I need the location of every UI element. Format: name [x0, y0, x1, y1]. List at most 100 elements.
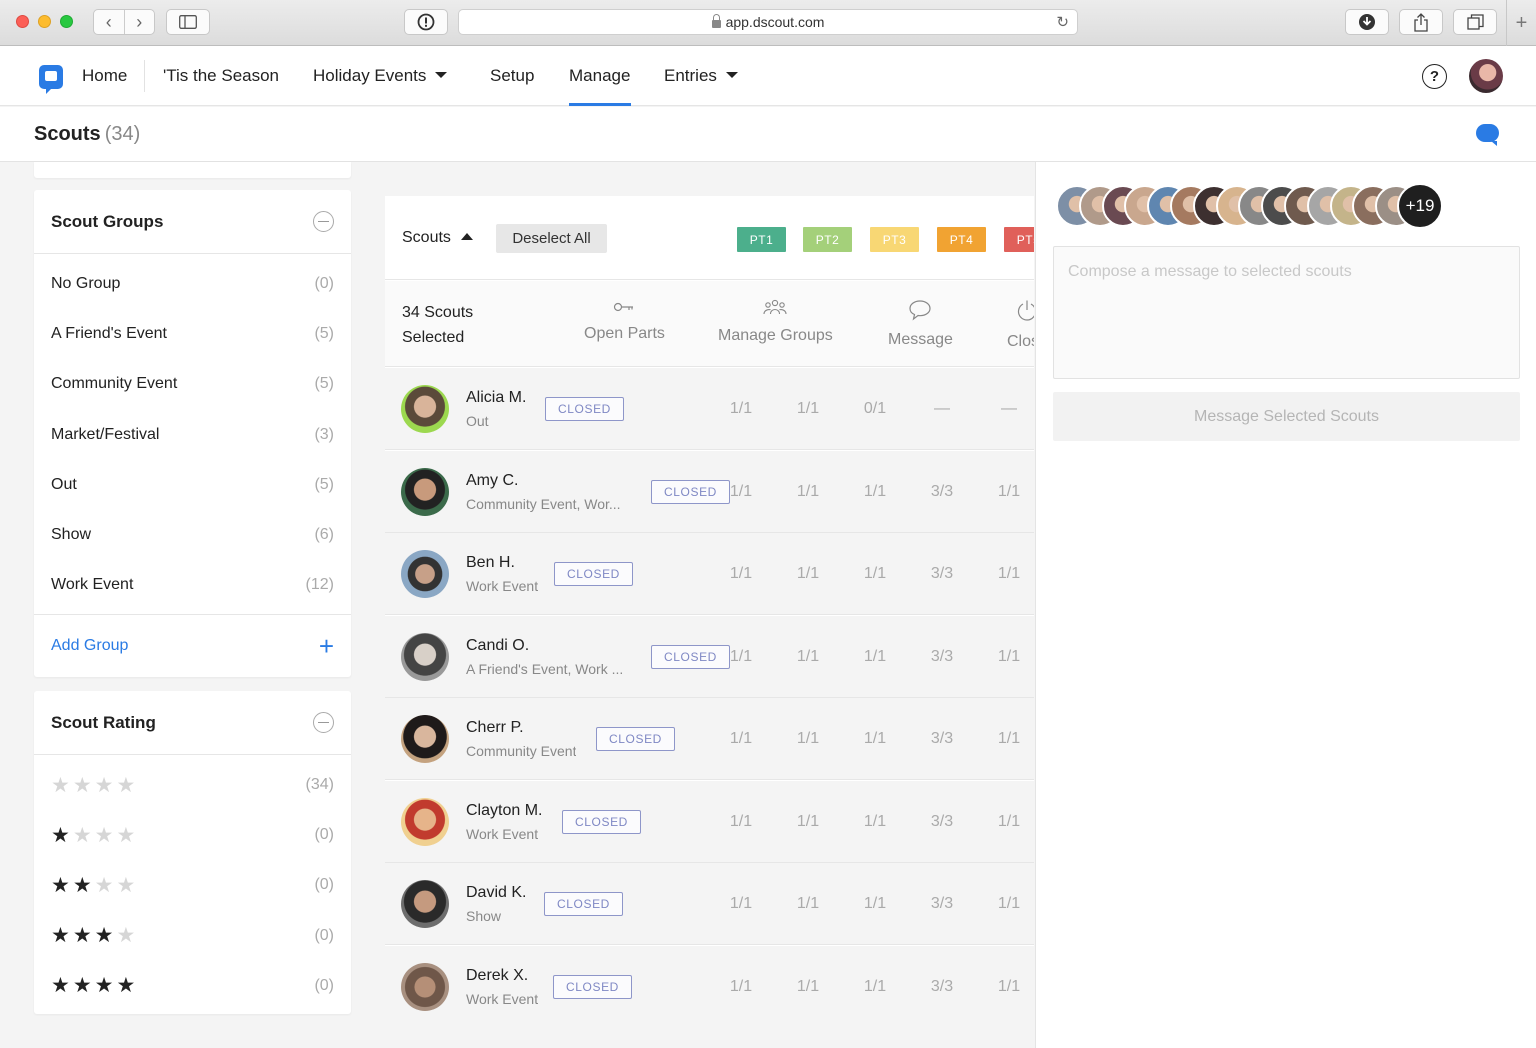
message-selected-scouts-button[interactable]: Message Selected Scouts	[1053, 392, 1520, 441]
part-progress-cell[interactable]: —	[989, 400, 1029, 418]
table-row[interactable]: Ben H. Work Event CLOSED 1/1 1/1 1/1 3/3 1/1	[385, 533, 1034, 615]
nav-holiday-events[interactable]: Holiday Events	[313, 66, 448, 86]
reload-icon[interactable]: ↻	[1056, 13, 1069, 31]
rating-filter-item[interactable]: ★★★★ (0)	[34, 860, 351, 910]
rating-filter-item[interactable]: ★★★★ (0)	[34, 911, 351, 961]
group-filter-item[interactable]: No Group (0)	[34, 259, 351, 309]
group-filter-item[interactable]: Market/Festival (3)	[34, 410, 351, 460]
part-progress-cell[interactable]: 1/1	[788, 483, 828, 501]
part-progress-cell[interactable]: 1/1	[855, 565, 895, 583]
more-scouts-badge[interactable]: +19	[1397, 183, 1443, 229]
minimize-window-button[interactable]	[38, 15, 51, 28]
scout-rating-header[interactable]: Scout Rating	[34, 691, 351, 755]
privacy-report-button[interactable]	[404, 9, 448, 35]
part-progress-cell[interactable]: 1/1	[788, 648, 828, 666]
scout-avatar[interactable]	[401, 467, 449, 516]
part-progress-cell[interactable]: 1/1	[721, 978, 761, 996]
scout-avatar[interactable]	[401, 385, 449, 433]
scout-avatar[interactable]	[401, 550, 449, 598]
part-progress-cell[interactable]: 1/1	[721, 648, 761, 666]
part-progress-cell[interactable]: 1/1	[855, 813, 895, 831]
close-window-button[interactable]	[16, 15, 29, 28]
table-row[interactable]: Candi O. A Friend's Event, Work ... CLOSED…	[385, 615, 1034, 698]
part-progress-cell[interactable]: 1/1	[989, 565, 1029, 583]
dscout-logo-icon[interactable]	[39, 65, 63, 94]
table-row[interactable]: Cherr P. Community Event CLOSED 1/1 1/1 1/1 3/…	[385, 698, 1034, 780]
scout-avatar[interactable]	[401, 880, 449, 928]
part-progress-cell[interactable]: 1/1	[788, 730, 828, 748]
part-progress-cell[interactable]: 1/1	[989, 483, 1029, 501]
new-tab-icon[interactable]: +	[1506, 0, 1536, 46]
group-filter-item[interactable]: Work Event (12)	[34, 560, 351, 610]
zoom-window-button[interactable]	[60, 15, 73, 28]
part-progress-cell[interactable]: 1/1	[721, 895, 761, 913]
nav-setup[interactable]: Setup	[490, 66, 534, 86]
scout-name[interactable]: Alicia M.	[466, 389, 526, 407]
part-progress-cell[interactable]: 1/1	[788, 565, 828, 583]
collapse-icon[interactable]	[313, 211, 334, 232]
deselect-all-button[interactable]: Deselect All	[496, 224, 607, 253]
collapse-icon[interactable]	[313, 712, 334, 733]
address-bar[interactable]: app.dscout.com ↻	[458, 9, 1078, 35]
chat-icon[interactable]	[1476, 124, 1499, 146]
part-progress-cell[interactable]: 1/1	[788, 813, 828, 831]
scout-avatar[interactable]	[401, 632, 449, 681]
nav-home[interactable]: Home	[82, 66, 127, 86]
part-tag-3[interactable]: PT3	[870, 227, 919, 252]
scout-avatar[interactable]	[401, 962, 449, 1011]
forward-icon[interactable]: ›	[123, 10, 155, 34]
table-row[interactable]: Amy C. Community Event, Wor... CLOSED 1/1 1/…	[385, 450, 1034, 533]
part-progress-cell[interactable]: 3/3	[922, 813, 962, 831]
scout-name[interactable]: Amy C.	[466, 472, 518, 490]
part-tag-2[interactable]: PT2	[803, 227, 852, 252]
nav-season[interactable]: 'Tis the Season	[163, 66, 279, 86]
group-filter-item[interactable]: Community Event (5)	[34, 359, 351, 409]
part-progress-cell[interactable]: —	[922, 400, 962, 418]
table-row[interactable]: Alicia M. Out CLOSED 1/1 1/1 0/1 — —	[385, 368, 1034, 450]
tab-overview-button[interactable]	[1453, 9, 1497, 35]
rating-filter-item[interactable]: ★★★★ (34)	[34, 760, 351, 810]
part-progress-cell[interactable]: 1/1	[989, 895, 1029, 913]
add-group-button[interactable]: Add Group +	[34, 614, 351, 677]
part-progress-cell[interactable]: 1/1	[721, 400, 761, 418]
scout-name[interactable]: Candi O.	[466, 637, 529, 655]
part-progress-cell[interactable]: 1/1	[721, 565, 761, 583]
scout-name[interactable]: Derek X.	[466, 967, 528, 985]
part-progress-cell[interactable]: 1/1	[989, 648, 1029, 666]
open-parts-action[interactable]: Open Parts	[584, 299, 665, 343]
close-action[interactable]: Close	[1007, 299, 1034, 351]
part-progress-cell[interactable]: 1/1	[788, 978, 828, 996]
part-progress-cell[interactable]: 1/1	[855, 483, 895, 501]
part-progress-cell[interactable]: 1/1	[989, 813, 1029, 831]
part-progress-cell[interactable]: 1/1	[855, 895, 895, 913]
table-row[interactable]: Clayton M. Work Event CLOSED 1/1 1/1 1/1 3/3 1/…	[385, 780, 1034, 863]
part-progress-cell[interactable]: 3/3	[922, 730, 962, 748]
part-progress-cell[interactable]: 1/1	[989, 978, 1029, 996]
back-icon[interactable]: ‹	[94, 10, 124, 34]
part-progress-cell[interactable]: 0/1	[855, 400, 895, 418]
share-button[interactable]	[1399, 9, 1443, 35]
part-tag-5[interactable]: PT5	[1004, 227, 1034, 252]
sidebar-toggle-button[interactable]	[166, 9, 210, 35]
message-action[interactable]: Message	[888, 299, 953, 349]
part-progress-cell[interactable]: 3/3	[922, 565, 962, 583]
part-progress-cell[interactable]: 1/1	[855, 730, 895, 748]
scout-name[interactable]: David K.	[466, 884, 526, 902]
part-tag-1[interactable]: PT1	[737, 227, 786, 252]
nav-entries[interactable]: Entries	[664, 66, 738, 86]
scout-name[interactable]: Clayton M.	[466, 802, 542, 820]
part-progress-cell[interactable]: 3/3	[922, 978, 962, 996]
nav-manage[interactable]: Manage	[569, 66, 630, 86]
scout-name[interactable]: Ben H.	[466, 554, 515, 572]
rating-filter-item[interactable]: ★★★★ (0)	[34, 961, 351, 1011]
scout-avatar[interactable]	[401, 797, 449, 846]
part-progress-cell[interactable]: 1/1	[989, 730, 1029, 748]
part-progress-cell[interactable]: 1/1	[855, 978, 895, 996]
part-progress-cell[interactable]: 1/1	[721, 483, 761, 501]
part-progress-cell[interactable]: 3/3	[922, 648, 962, 666]
scout-name[interactable]: Cherr P.	[466, 719, 524, 737]
downloads-button[interactable]	[1345, 9, 1389, 35]
group-filter-item[interactable]: Show (6)	[34, 510, 351, 560]
group-filter-item[interactable]: Out (5)	[34, 460, 351, 510]
manage-groups-action[interactable]: Manage Groups	[718, 299, 833, 345]
